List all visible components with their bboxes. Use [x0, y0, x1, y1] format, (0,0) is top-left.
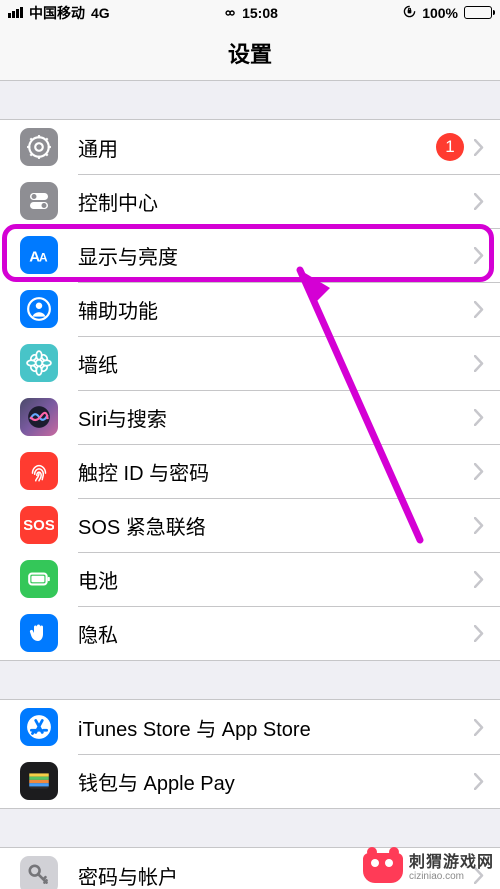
chevron-right-icon [474, 139, 484, 156]
settings-row-control[interactable]: 控制中心 [0, 174, 500, 228]
status-bar: 中国移动 4G 15:08 100% [0, 0, 500, 25]
gear-icon [20, 128, 58, 166]
row-label: 通用 [78, 133, 436, 162]
chevron-right-icon [474, 625, 484, 642]
siri-icon [20, 398, 58, 436]
time-label: 15:08 [242, 5, 278, 21]
switches-icon [20, 182, 58, 220]
battery-icon [20, 560, 58, 598]
settings-row-general[interactable]: 通用1 [0, 120, 500, 174]
settings-row-accessibility[interactable]: 辅助功能 [0, 282, 500, 336]
settings-row-display[interactable]: AA 显示与亮度 [0, 228, 500, 282]
svg-text:SOS: SOS [24, 517, 54, 534]
settings-group: iTunes Store 与 App Store 钱包与 Apple Pay [0, 699, 500, 809]
orientation-lock-icon [403, 5, 416, 21]
chevron-right-icon [474, 247, 484, 264]
row-label: SOS 紧急联络 [78, 511, 474, 540]
carrier-label: 中国移动 [29, 3, 85, 23]
network-label: 4G [91, 5, 110, 21]
settings-row-touchid[interactable]: 触控 ID 与密码 [0, 444, 500, 498]
chevron-right-icon [474, 571, 484, 588]
hotspot-icon [222, 5, 238, 21]
signal-icon [8, 7, 23, 18]
watermark-logo-icon [363, 853, 403, 883]
person-circle-icon [20, 290, 58, 328]
hand-icon [20, 614, 58, 652]
page-title: 设置 [228, 37, 272, 69]
row-label: 显示与亮度 [78, 241, 474, 270]
row-label: Siri与搜索 [78, 403, 474, 432]
svg-text:A: A [39, 251, 48, 265]
chevron-right-icon [474, 517, 484, 534]
watermark: 刺猬游戏网 ciziniao.com [363, 853, 494, 883]
settings-row-wallet[interactable]: 钱包与 Apple Pay [0, 754, 500, 808]
settings-row-battery[interactable]: 电池 [0, 552, 500, 606]
chevron-right-icon [474, 719, 484, 736]
appstore-icon [20, 708, 58, 746]
watermark-cn: 刺猬游戏网 [409, 854, 494, 872]
chevron-right-icon [474, 193, 484, 210]
sos-icon: SOS [20, 506, 58, 544]
chevron-right-icon [474, 355, 484, 372]
chevron-right-icon [474, 463, 484, 480]
fingerprint-icon [20, 452, 58, 490]
row-label: 墙纸 [78, 349, 474, 378]
chevron-right-icon [474, 301, 484, 318]
aa-icon: AA [20, 236, 58, 274]
watermark-en: ciziniao.com [409, 871, 494, 882]
battery-pct-label: 100% [422, 5, 458, 21]
row-label: 电池 [78, 565, 474, 594]
settings-row-itunes[interactable]: iTunes Store 与 App Store [0, 700, 500, 754]
row-label: iTunes Store 与 App Store [78, 713, 474, 742]
row-label: 钱包与 Apple Pay [78, 767, 474, 796]
settings-row-wallpaper[interactable]: 墙纸 [0, 336, 500, 390]
wallet-icon [20, 762, 58, 800]
row-label: 触控 ID 与密码 [78, 457, 474, 486]
chevron-right-icon [474, 773, 484, 790]
row-label: 隐私 [78, 619, 474, 648]
nav-bar: 设置 [0, 25, 500, 81]
settings-row-privacy[interactable]: 隐私 [0, 606, 500, 660]
settings-row-sos[interactable]: SOS SOS 紧急联络 [0, 498, 500, 552]
key-icon [20, 856, 58, 889]
notification-badge: 1 [436, 133, 464, 161]
settings-list[interactable]: 通用1控制中心AA显示与亮度辅助功能墙纸Siri与搜索触控 ID 与密码SOSS… [0, 119, 500, 889]
chevron-right-icon [474, 409, 484, 426]
settings-group: 通用1控制中心AA显示与亮度辅助功能墙纸Siri与搜索触控 ID 与密码SOSS… [0, 119, 500, 661]
settings-screen: 中国移动 4G 15:08 100% 设置 通用1 控制中心 AA 显示与亮度辅助功能… [0, 0, 500, 889]
settings-row-siri[interactable]: Siri与搜索 [0, 390, 500, 444]
row-label: 辅助功能 [78, 295, 474, 324]
battery-icon [464, 6, 492, 19]
row-label: 控制中心 [78, 187, 474, 216]
flower-icon [20, 344, 58, 382]
